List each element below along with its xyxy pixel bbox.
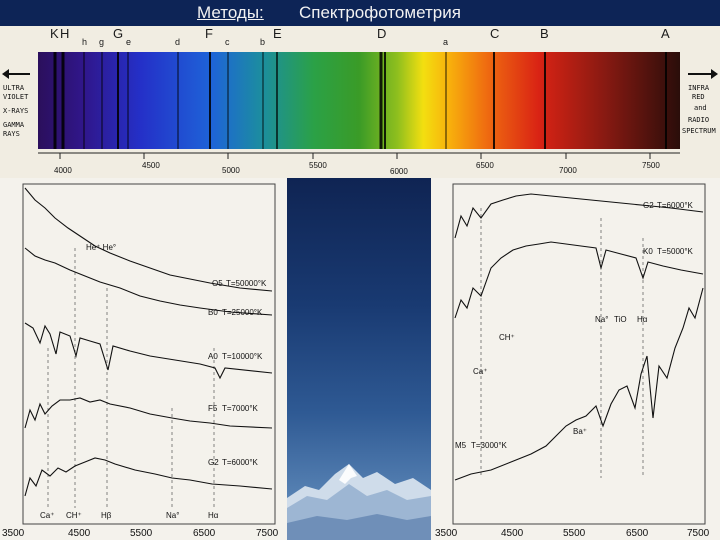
left-x-tick-4500: 4500 — [68, 528, 91, 539]
left-x-tick-6500: 6500 — [193, 528, 216, 539]
slide-title-methods: Методы: — [197, 3, 264, 22]
ch-plus-right-label: CH⁺ — [499, 333, 515, 342]
type-b0-temp: T=25000°K — [222, 308, 263, 317]
line-letter-g-small: g — [99, 37, 104, 47]
right-x-tick-6500: 6500 — [626, 528, 649, 539]
wavelength-scale: 4000 4500 5000 5500 6000 6500 7000 7500 — [38, 152, 680, 176]
line-letter-d: D — [377, 26, 386, 41]
line-letter-k: K — [50, 26, 59, 41]
type-m5-label: M5 — [455, 441, 467, 450]
na-label: Na° — [166, 511, 179, 520]
type-g2-right-label: G2 — [643, 201, 654, 210]
line-letter-h: H — [60, 26, 69, 41]
na-right-label: Na° — [595, 315, 608, 324]
line-letter-a-small: a — [443, 37, 448, 47]
tio-label: TiO — [614, 315, 627, 324]
type-g2-right-temp: T=6000°K — [657, 201, 694, 210]
line-letter-e: E — [273, 26, 282, 41]
line-letter-b-small: b — [260, 37, 265, 47]
h-beta-label: Hβ — [101, 511, 112, 520]
type-b0-label: B0 — [208, 308, 218, 317]
type-k0-temp: T=5000°K — [657, 247, 694, 256]
left-x-tick-7500: 7500 — [256, 528, 279, 539]
svg-text:GAMMA: GAMMA — [3, 121, 25, 129]
svg-text:INFRA: INFRA — [688, 84, 710, 92]
scale-label-6500: 6500 — [476, 161, 494, 170]
svg-text:VIOLET: VIOLET — [3, 93, 29, 101]
right-x-tick-3500: 3500 — [435, 528, 458, 539]
line-letter-h-small: h — [82, 37, 87, 47]
scale-label-5500: 5500 — [309, 161, 327, 170]
svg-text:and: and — [694, 104, 707, 112]
h-alpha-right-label: Hα — [637, 315, 648, 324]
right-x-tick-4500: 4500 — [501, 528, 524, 539]
type-f5-temp: T=7000°K — [222, 404, 259, 413]
scale-label-5000: 5000 — [222, 166, 240, 175]
decorative-mountain-strip — [287, 178, 431, 540]
scale-label-6000: 6000 — [390, 167, 408, 176]
h-alpha-label: Hα — [208, 511, 219, 520]
scale-label-4500: 4500 — [142, 161, 160, 170]
ba-plus-label: Ba⁺ — [573, 427, 587, 436]
solar-spectrum-figure: K H h g G e d F c b E D a C B A ULTRA VI… — [0, 26, 720, 178]
right-arrow-icon — [688, 69, 718, 79]
svg-text:ULTRA: ULTRA — [3, 84, 25, 92]
svg-text:X-RAYS: X-RAYS — [3, 107, 28, 115]
right-side-labels: INFRA RED and RADIO SPECTRUM — [682, 84, 716, 135]
svg-text:RAYS: RAYS — [3, 130, 20, 138]
he-lines-label: He⁺ He° — [86, 243, 116, 252]
scale-label-4000: 4000 — [54, 166, 72, 175]
line-letter-d-small: d — [175, 37, 180, 47]
title-bar: Методы: Спектрофотометрия — [0, 0, 720, 26]
type-g2-label: G2 — [208, 458, 219, 467]
type-o5-label: O5 — [212, 279, 223, 288]
type-o5-temp: T=50000°K — [226, 279, 267, 288]
hot-star-spectra-plot: O5 T=50000°K B0 T=25000°K A0 T=10000°K F… — [0, 178, 287, 540]
scale-label-7000: 7000 — [559, 166, 577, 175]
line-letter-b: B — [540, 26, 549, 41]
svg-text:RED: RED — [692, 93, 705, 101]
line-letter-f: F — [205, 26, 213, 41]
right-x-tick-5500: 5500 — [563, 528, 586, 539]
fraunhofer-letters: K H h g G e d F c b E D a C B A — [50, 26, 670, 47]
ca-plus-label: Ca⁺ — [40, 511, 54, 520]
cool-star-spectra-plot: G2 T=6000°K K0 T=5000°K M5 T=3000°K Na° … — [431, 178, 720, 540]
type-m5-temp: T=3000°K — [471, 441, 508, 450]
type-f5-label: F5 — [208, 404, 218, 413]
left-x-tick-5500: 5500 — [130, 528, 153, 539]
left-arrow-icon — [2, 69, 30, 79]
left-x-tick-3500: 3500 — [2, 528, 25, 539]
svg-text:RADIO: RADIO — [688, 116, 709, 124]
left-side-labels: ULTRA VIOLET X-RAYS GAMMA RAYS — [3, 84, 29, 138]
line-letter-c-small: c — [225, 37, 230, 47]
ca-plus-right-label: Ca⁺ — [473, 367, 487, 376]
solar-spectrum-svg: K H h g G e d F c b E D a C B A ULTRA VI… — [2, 26, 718, 176]
scale-label-7500: 7500 — [642, 161, 660, 170]
spectrum-band — [38, 52, 680, 149]
svg-text:SPECTRUM: SPECTRUM — [682, 127, 716, 135]
slide-title-topic: Спектрофотометрия — [299, 3, 461, 22]
type-a0-label: A0 — [208, 352, 218, 361]
line-letter-c: C — [490, 26, 499, 41]
type-k0-label: K0 — [643, 247, 653, 256]
line-letter-e-small: e — [126, 37, 131, 47]
type-a0-temp: T=10000°K — [222, 352, 263, 361]
ch-plus-label: CH⁺ — [66, 511, 82, 520]
line-letter-g: G — [113, 26, 123, 41]
type-g2-temp: T=6000°K — [222, 458, 259, 467]
mountain-illustration — [287, 464, 431, 540]
cool-star-spectra-svg: G2 T=6000°K K0 T=5000°K M5 T=3000°K Na° … — [435, 183, 710, 539]
line-letter-a: A — [661, 26, 670, 41]
right-x-tick-7500: 7500 — [687, 528, 710, 539]
hot-star-spectra-svg: O5 T=50000°K B0 T=25000°K A0 T=10000°K F… — [2, 183, 279, 539]
